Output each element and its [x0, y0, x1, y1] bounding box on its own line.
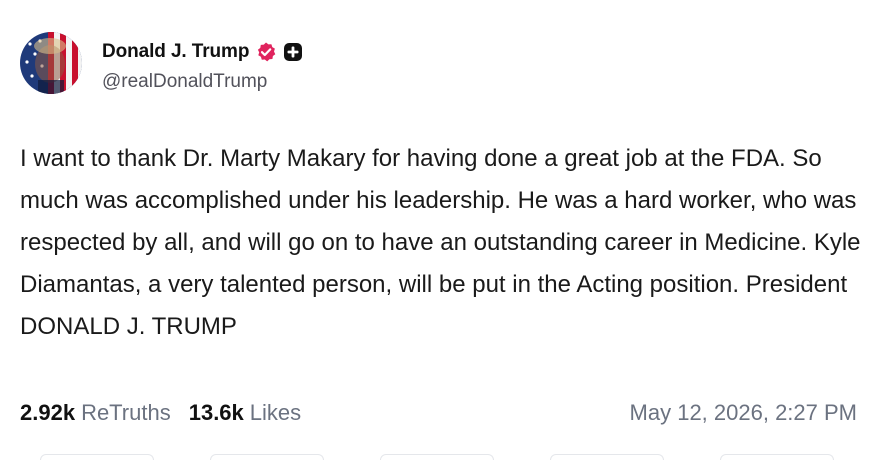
likes-count[interactable]: 13.6k — [189, 400, 244, 426]
action-bar — [0, 454, 885, 460]
verified-icon — [255, 41, 277, 63]
post-timestamp[interactable]: May 12, 2026, 2:27 PM — [630, 400, 857, 426]
post-text: I want to thank Dr. Marty Makary for hav… — [20, 145, 861, 340]
retruths-count[interactable]: 2.92k — [20, 400, 75, 426]
avatar[interactable] — [20, 32, 82, 94]
avatar-image — [20, 32, 82, 94]
share-button[interactable] — [550, 454, 664, 460]
post-header: Donald J. Trump @realDonaldTrump — [20, 32, 303, 94]
more-button[interactable] — [720, 454, 834, 460]
like-button[interactable] — [380, 454, 494, 460]
likes-label[interactable]: Likes — [250, 400, 301, 426]
reply-button[interactable] — [40, 454, 154, 460]
retruth-button[interactable] — [210, 454, 324, 460]
author-display-name[interactable]: Donald J. Trump — [102, 41, 249, 63]
plus-icon — [283, 42, 303, 62]
truth-post: Donald J. Trump @realDonaldTrump I want … — [0, 0, 885, 460]
name-row: Donald J. Trump — [102, 39, 303, 65]
retruths-label[interactable]: ReTruths — [81, 400, 171, 426]
post-stats: 2.92k ReTruths 13.6k Likes — [20, 400, 301, 426]
author-handle[interactable]: @realDonaldTrump — [102, 71, 303, 93]
author-info: Donald J. Trump @realDonaldTrump — [102, 39, 303, 93]
